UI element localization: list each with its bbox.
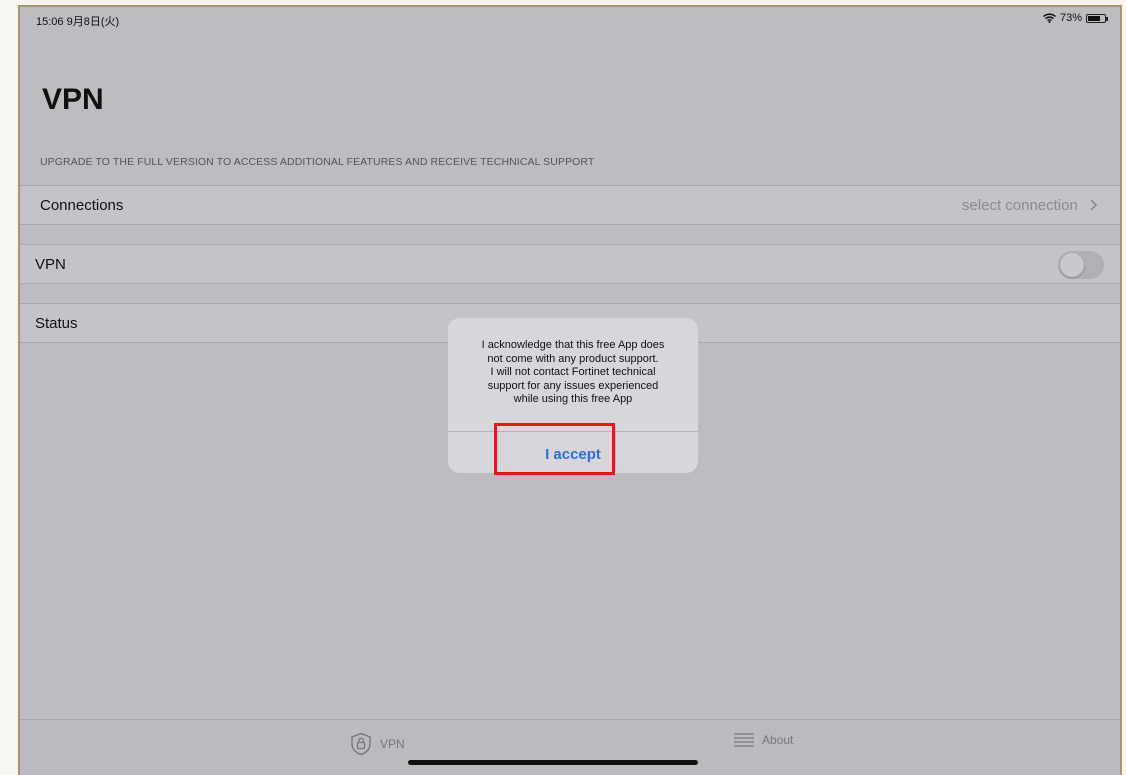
connections-label: Connections	[40, 197, 124, 214]
tab-about[interactable]: About	[734, 732, 793, 748]
page-title: VPN	[42, 83, 104, 116]
screen: 15:06 9月8日(火) 73% VPN UPGRADE TO THE FUL…	[18, 5, 1122, 775]
chevron-right-icon	[1090, 199, 1098, 211]
list-icon	[734, 733, 754, 747]
battery-fill	[1088, 15, 1100, 21]
accept-button[interactable]: I accept	[514, 436, 632, 473]
status-right: 73%	[1042, 12, 1108, 24]
tab-about-label: About	[762, 733, 794, 747]
status-bar: 15:06 9月8日(火) 73%	[20, 7, 1120, 33]
home-indicator[interactable]	[408, 760, 698, 765]
shield-lock-icon	[351, 732, 371, 756]
vpn-toggle[interactable]	[1058, 251, 1104, 279]
tab-vpn[interactable]: VPN	[350, 732, 405, 756]
status-label: Status	[35, 315, 78, 332]
status-time: 15:06 9月8日(火)	[36, 16, 120, 28]
dialog-divider	[448, 431, 698, 432]
wifi-icon	[1042, 13, 1056, 23]
connection-value: select connection	[962, 197, 1098, 214]
toggle-knob	[1060, 253, 1084, 277]
upgrade-notice[interactable]: UPGRADE TO THE FULL VERSION TO ACCESS AD…	[40, 156, 594, 168]
vpn-row: VPN	[20, 244, 1120, 284]
dialog-message: I acknowledge that this free App does no…	[481, 339, 665, 405]
tab-vpn-label: VPN	[380, 737, 405, 751]
connections-row[interactable]: Connections select connection	[20, 185, 1120, 225]
battery-percent: 73%	[1059, 12, 1082, 24]
battery-icon	[1086, 13, 1108, 23]
support-alert-dialog: I acknowledge that this free App does no…	[448, 318, 698, 473]
tab-bar: VPN About	[20, 719, 1120, 775]
select-connection-text: select connection	[961, 197, 1078, 214]
vpn-label: VPN	[35, 256, 66, 273]
